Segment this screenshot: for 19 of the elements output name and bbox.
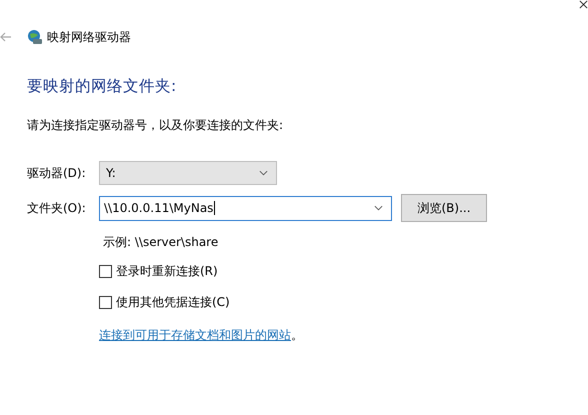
checkbox-label[interactable]: 使用其他凭据连接(C)	[116, 294, 230, 311]
checkbox[interactable]	[99, 265, 112, 278]
folder-field[interactable]: \\10.0.0.11\MyNas	[99, 196, 392, 220]
drive-label: 驱动器(D):	[27, 164, 87, 182]
folder-label: 文件夹(O):	[27, 200, 87, 216]
checkbox[interactable]	[99, 296, 112, 309]
instruction-text: 请为连接指定驱动器号，以及你要连接的文件夹:	[27, 117, 284, 134]
chevron-down-icon	[259, 170, 268, 176]
checkbox-label[interactable]: 登录时重新连接(R)	[116, 263, 218, 280]
browse-button[interactable]: 浏览(B)...	[401, 194, 487, 222]
section-heading: 要映射的网络文件夹:	[27, 76, 178, 97]
period-text: 。	[291, 327, 303, 344]
close-icon[interactable]	[579, 0, 588, 9]
chevron-down-icon	[374, 205, 383, 211]
example-text: 示例: \\server\share	[103, 234, 220, 251]
network-drive-icon	[27, 29, 43, 45]
drive-dropdown[interactable]: Y:	[99, 161, 277, 185]
website-link[interactable]: 连接到可用于存储文档和图片的网站	[99, 327, 291, 344]
window-title: 映射网络驱动器	[47, 28, 131, 46]
